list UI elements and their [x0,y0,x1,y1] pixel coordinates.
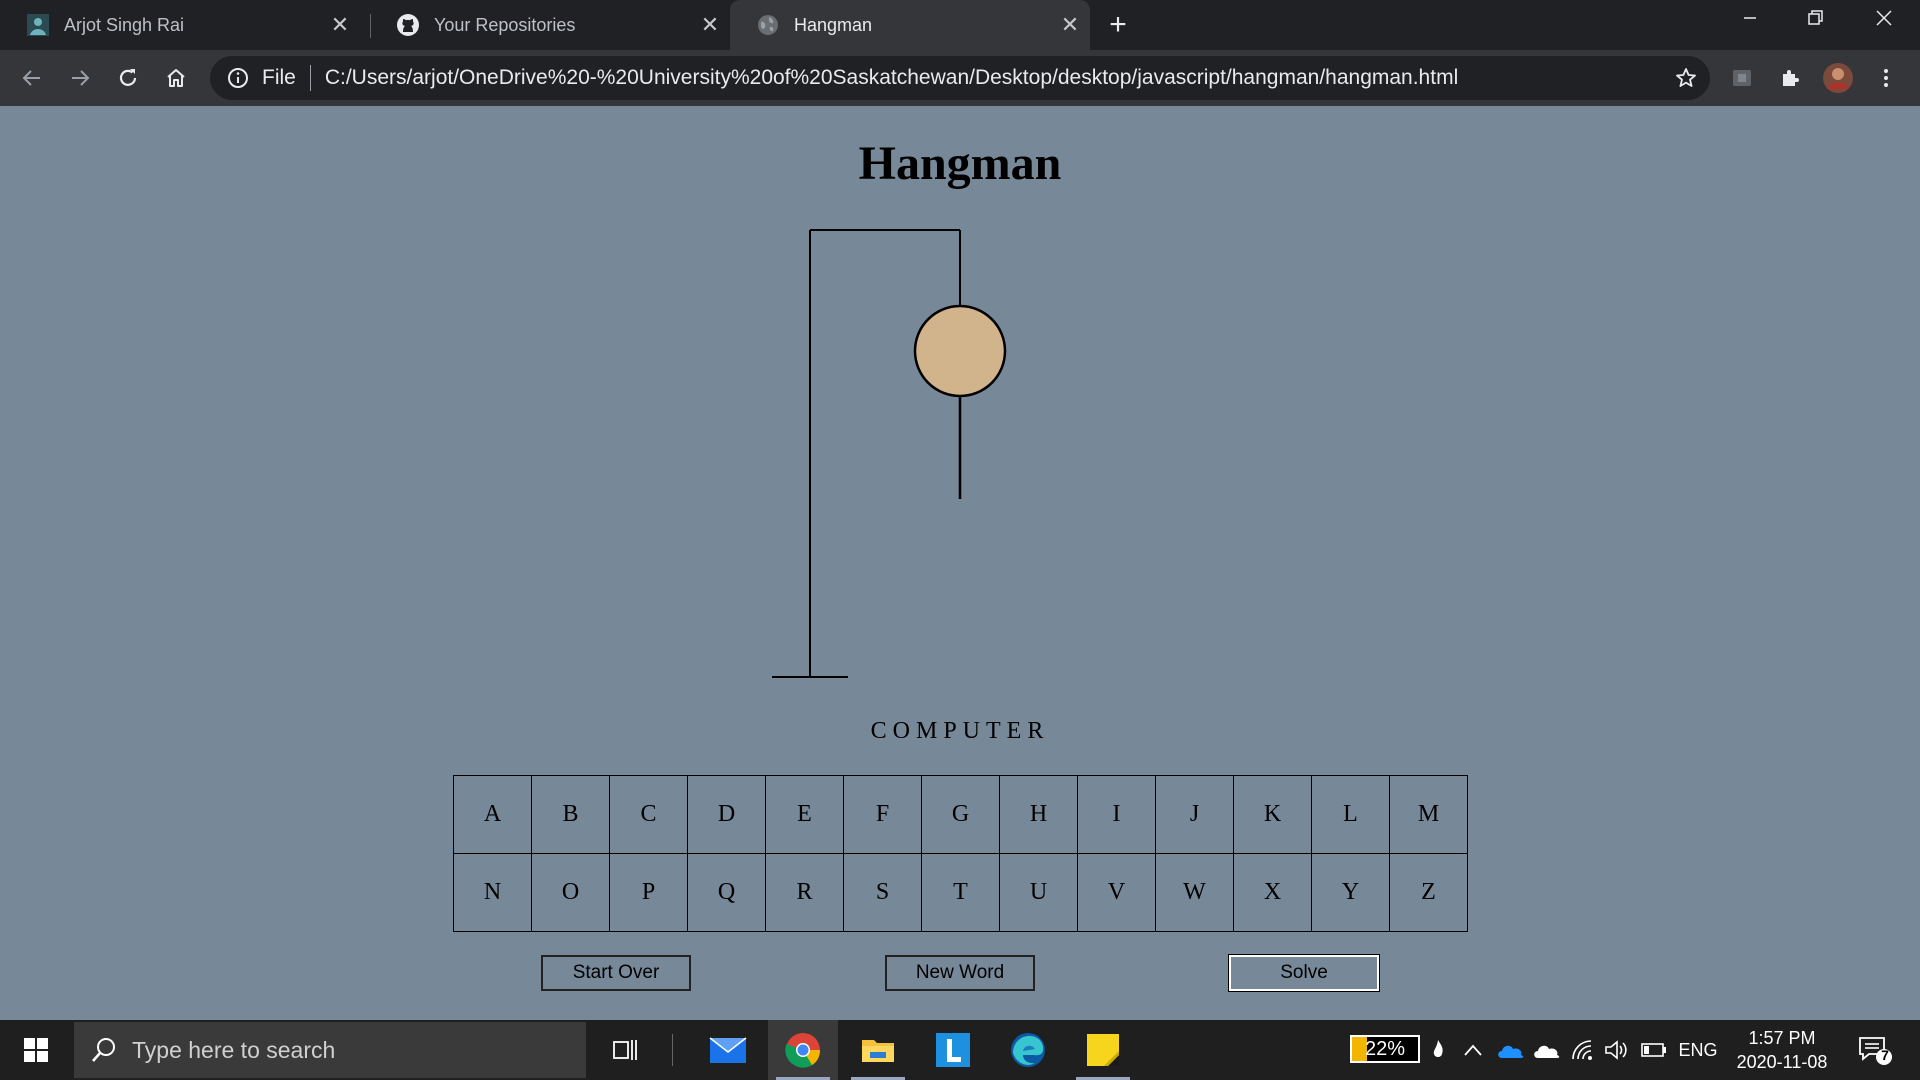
letter-button[interactable]: X [1233,853,1312,932]
profile-avatar[interactable] [1818,58,1858,98]
letter-button[interactable]: D [687,775,766,854]
letter-button[interactable]: I [1077,775,1156,854]
hidden-word: COMPUTER [870,718,1050,744]
close-tab-icon[interactable]: ✕ [320,12,360,38]
letter-button[interactable]: P [609,853,688,932]
taskbar-search-box[interactable]: Type here to search [74,1022,586,1078]
letter-button[interactable]: S [843,853,922,932]
letter-button[interactable]: Z [1389,853,1468,932]
letter-grid: A B C D E F G H I J K L M N O P Q R S T … [453,775,1468,932]
letter-row: A B C D E F G H I J K L M [453,775,1468,854]
task-view-icon[interactable] [590,1020,660,1080]
hangman-head [913,304,1007,398]
letter-button[interactable]: F [843,775,922,854]
start-over-button[interactable]: Start Over [541,955,691,991]
notification-center-icon[interactable]: 7 [1852,1020,1898,1080]
battery-meter[interactable]: 22% [1350,1035,1420,1063]
letter-button[interactable]: U [999,853,1078,932]
portrait-favicon-icon [26,13,50,37]
sticky-notes-icon[interactable] [1068,1020,1138,1080]
solve-button[interactable]: Solve [1228,954,1380,992]
extension-icon[interactable] [1722,58,1762,98]
letter-button[interactable]: H [999,775,1078,854]
restore-icon[interactable] [1786,0,1846,44]
tab-arjot-singh-rai[interactable]: Arjot Singh Rai ✕ [0,0,360,50]
onedrive-personal-icon[interactable] [1530,1020,1564,1080]
letter-button[interactable]: B [531,775,610,854]
bookmark-star-icon[interactable] [1666,58,1706,98]
new-tab-button[interactable]: + [1100,8,1136,42]
letter-button[interactable]: E [765,775,844,854]
address-divider [309,65,311,91]
search-placeholder: Type here to search [132,1036,336,1063]
home-icon[interactable] [156,58,196,98]
letter-button[interactable]: G [921,775,1000,854]
clock-time: 1:57 PM [1748,1028,1816,1048]
minimize-icon[interactable] [1720,0,1780,44]
language-indicator[interactable]: ENG [1676,1020,1720,1080]
letter-button[interactable]: Y [1311,853,1390,932]
letter-button[interactable]: N [453,853,532,932]
close-window-icon[interactable] [1854,0,1914,44]
letter-button[interactable]: Q [687,853,766,932]
onedrive-cloud-icon[interactable] [1494,1020,1528,1080]
letter-button[interactable]: W [1155,853,1234,932]
tab-hangman[interactable]: Hangman ✕ [730,0,1090,50]
windows-taskbar: Type here to search 22% ENG 1:57 PM 2020… [0,1020,1920,1080]
gallows-drawing [772,229,1007,678]
address-bar[interactable]: File C:/Users/arjot/OneDrive%20-%20Unive… [210,56,1710,100]
letter-row: N O P Q R S T U V W X Y Z [453,853,1468,932]
search-icon [90,1036,118,1064]
windows-start-icon[interactable] [0,1020,72,1080]
globe-icon [756,13,780,37]
l-app-icon[interactable] [918,1020,988,1080]
close-tab-icon[interactable]: ✕ [690,12,730,38]
extensions-puzzle-icon[interactable] [1770,58,1810,98]
scheme-label: File [262,66,296,89]
letter-button[interactable]: V [1077,853,1156,932]
tab-title: Your Repositories [434,14,576,35]
letter-button[interactable]: R [765,853,844,932]
edge-app-icon[interactable] [993,1020,1063,1080]
menu-kebab-icon[interactable] [1866,58,1906,98]
browser-toolbar: File C:/Users/arjot/OneDrive%20-%20Unive… [0,50,1920,106]
letter-button[interactable]: K [1233,775,1312,854]
browser-tab-strip: Arjot Singh Rai ✕ Your Repositories ✕ Ha… [0,0,1920,50]
letter-button[interactable]: C [609,775,688,854]
site-info-icon[interactable] [226,66,250,90]
page-content: Hangman COMPUTER A B C D E F G H I J K L… [0,106,1920,1020]
letter-button[interactable]: O [531,853,610,932]
page-title: Hangman [858,137,1062,190]
forward-icon[interactable] [60,58,100,98]
file-explorer-icon[interactable] [843,1020,913,1080]
github-icon [396,13,420,37]
volume-icon[interactable] [1602,1020,1632,1080]
tab-your-repositories[interactable]: Your Repositories ✕ [370,0,730,50]
letter-button[interactable]: M [1389,775,1468,854]
notification-count: 7 [1881,1047,1889,1063]
chrome-app-icon[interactable] [768,1020,838,1080]
tab-title: Hangman [794,14,873,35]
battery-icon[interactable] [1636,1020,1670,1080]
letter-button[interactable]: A [453,775,532,854]
letter-button[interactable]: T [921,853,1000,932]
flame-icon[interactable] [1426,1020,1450,1080]
wifi-icon[interactable] [1568,1020,1598,1080]
mail-app-icon[interactable] [693,1020,763,1080]
back-icon[interactable] [12,58,52,98]
new-word-button[interactable]: New Word [885,955,1035,991]
url-text[interactable]: C:/Users/arjot/OneDrive%20-%20University… [325,66,1666,90]
close-tab-icon[interactable]: ✕ [1050,12,1090,38]
letter-button[interactable]: J [1155,775,1234,854]
clock-date: 2020-11-08 [1736,1052,1828,1072]
chevron-up-icon[interactable] [1458,1020,1488,1080]
taskbar-divider [672,1034,673,1066]
reload-icon[interactable] [108,58,148,98]
letter-button[interactable]: L [1311,775,1390,854]
tab-title: Arjot Singh Rai [64,14,185,35]
taskbar-clock[interactable]: 1:57 PM 2020-11-08 [1720,1026,1844,1074]
battery-percent: 22% [1364,1038,1406,1060]
